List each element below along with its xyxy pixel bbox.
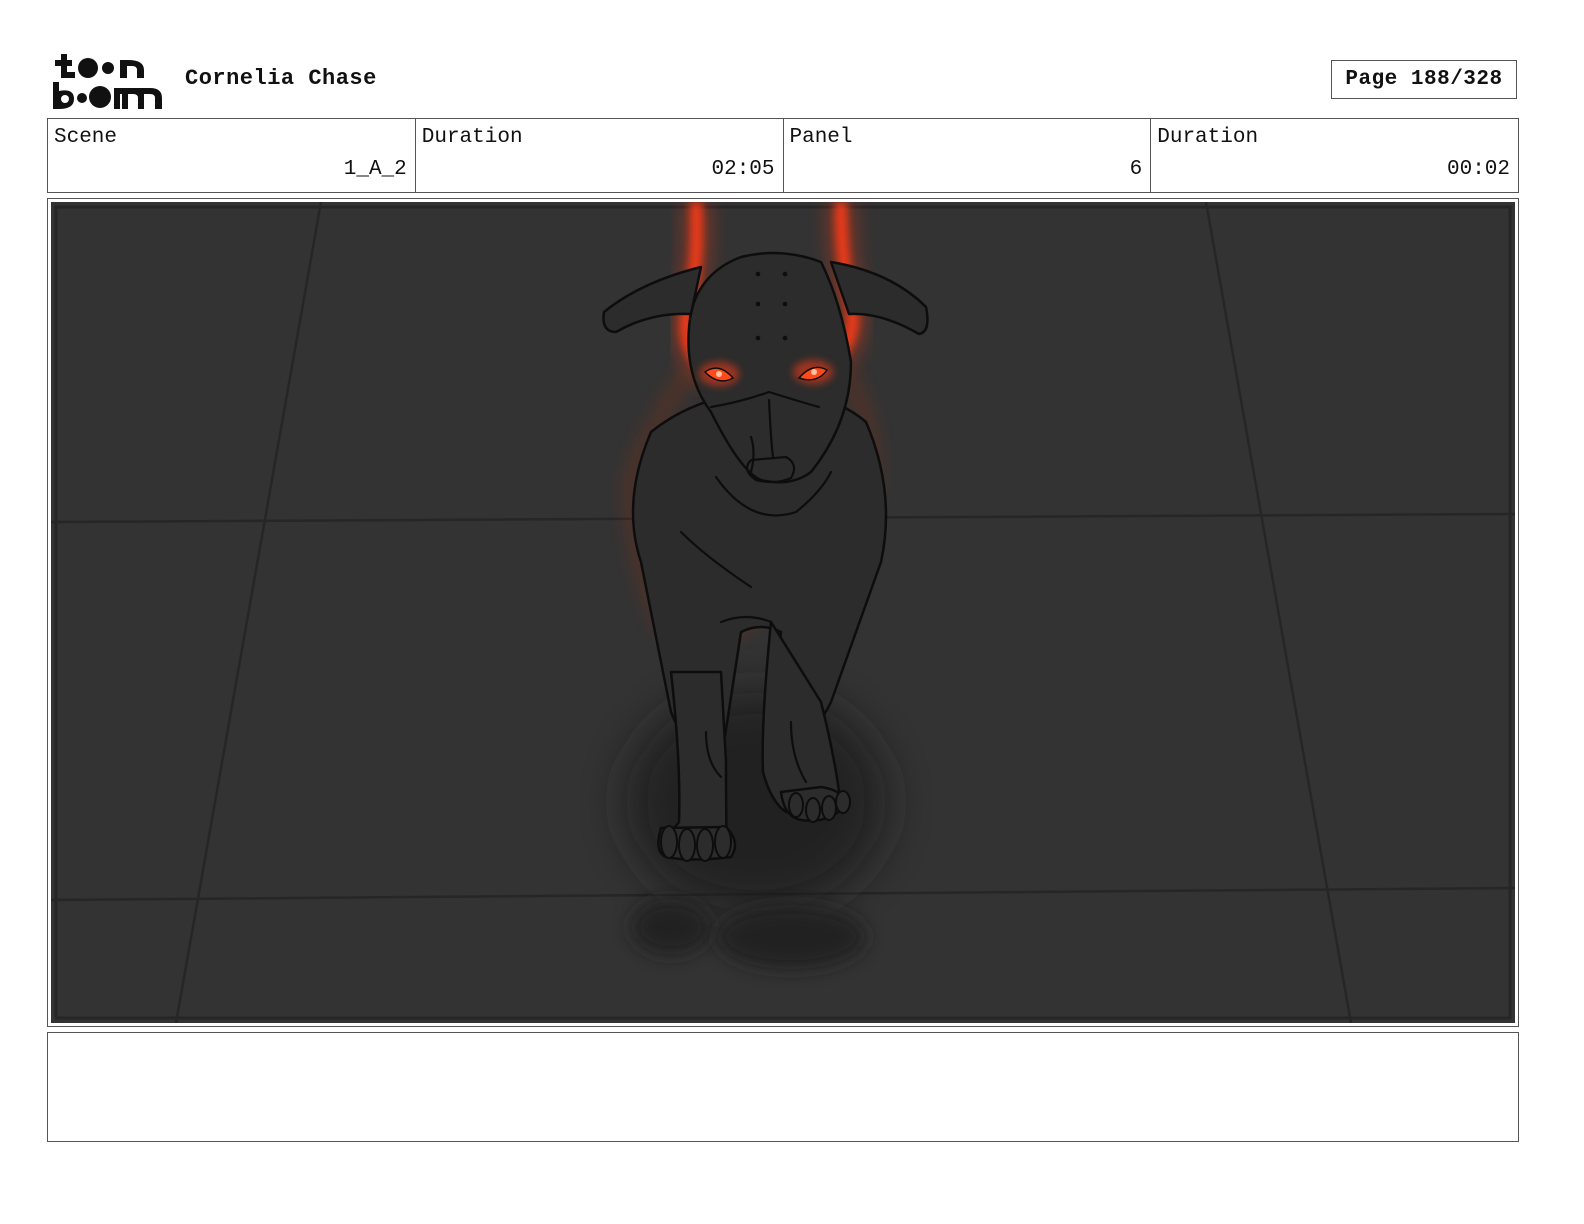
panel-duration-value: 00:02 [1446, 158, 1510, 181]
page-indicator: Page 188/328 [1331, 60, 1517, 99]
toonboom-logo [53, 54, 162, 109]
scene-duration-cell: Duration 02:05 [416, 119, 784, 192]
scene-info-row: Scene 1_A_2 Duration 02:05 Panel 6 Durat… [47, 118, 1519, 193]
panel-duration-cell: Duration 00:02 [1151, 119, 1518, 192]
scene-value: 1_A_2 [343, 158, 407, 181]
panel-label: Panel [789, 126, 853, 149]
panel-duration-label: Duration [1157, 126, 1259, 149]
project-title: Cornelia Chase [185, 66, 377, 91]
scene-cell: Scene 1_A_2 [48, 119, 416, 192]
panel-value: 6 [1129, 158, 1143, 181]
panel-cell: Panel 6 [784, 119, 1152, 192]
scene-duration-label: Duration [421, 126, 523, 149]
scene-duration-value: 02:05 [711, 158, 775, 181]
panel-notes-box [47, 1032, 1519, 1142]
storyboard-panel-image [51, 202, 1515, 1023]
scene-label: Scene [54, 126, 118, 149]
